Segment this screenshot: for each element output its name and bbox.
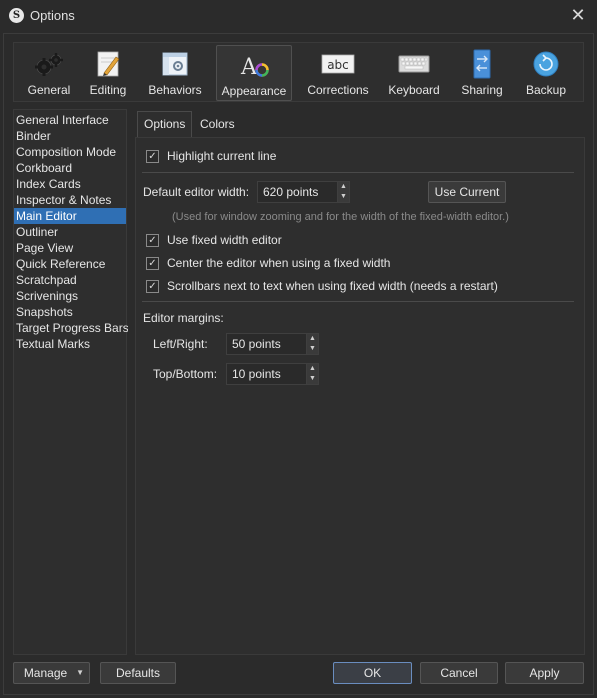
abc-icon: abc [321, 54, 355, 74]
center-editor-label: Center the editor when using a fixed wid… [167, 256, 391, 270]
checkmark-icon: ✓ [146, 233, 159, 247]
sidebar-item-general-interface[interactable]: General Interface [14, 112, 126, 128]
toolbar-keyboard-label: Keyboard [388, 83, 440, 97]
sidebar-item-scratchpad[interactable]: Scratchpad [14, 272, 126, 288]
settings-content: Options Colors ✓ Highlight current line … [135, 109, 585, 655]
highlight-current-line-checkbox[interactable]: ✓ Highlight current line [146, 149, 276, 163]
sidebar-item-inspector-notes[interactable]: Inspector & Notes [14, 192, 126, 208]
spin-down-icon[interactable]: ▼ [307, 344, 318, 354]
sidebar-item-index-cards[interactable]: Index Cards [14, 176, 126, 192]
backup-icon [533, 51, 559, 77]
spin-buttons: ▲ ▼ [337, 182, 349, 202]
keyboard-icon [398, 55, 430, 73]
manage-button-label: Manage [23, 666, 68, 680]
toolbar-sharing[interactable]: Sharing [452, 45, 512, 101]
sidebar-item-page-view[interactable]: Page View [14, 240, 126, 256]
close-icon[interactable]: ✕ [567, 4, 589, 26]
ok-button[interactable]: OK [333, 662, 412, 684]
chevron-down-icon: ▼ [76, 668, 84, 677]
checkmark-icon: ✓ [146, 256, 159, 270]
divider [142, 172, 574, 173]
svg-text:abc: abc [327, 58, 349, 72]
toolbar-appearance[interactable]: A Appearance [216, 45, 292, 101]
toolbar-behaviors[interactable]: Behaviors [142, 45, 208, 101]
left-right-value: 50 points [232, 337, 281, 351]
sharing-icon [473, 49, 491, 79]
sidebar-scrollbar[interactable] [128, 109, 133, 655]
center-editor-checkbox[interactable]: ✓ Center the editor when using a fixed w… [146, 256, 390, 270]
divider [142, 301, 574, 302]
sidebar-item-quick-reference[interactable]: Quick Reference [14, 256, 126, 272]
spin-down-icon[interactable]: ▼ [307, 374, 318, 384]
pen-icon [97, 51, 120, 77]
top-bottom-spinbox[interactable]: 10 points ▲ ▼ [226, 363, 319, 385]
toolbar-corrections-label: Corrections [307, 83, 369, 97]
default-width-label: Default editor width: [143, 185, 250, 199]
category-toolbar: General Editing Behaviors A Appearance a… [13, 42, 584, 102]
defaults-button[interactable]: Defaults [100, 662, 176, 684]
toolbar-backup[interactable]: Backup [516, 45, 576, 101]
sidebar-item-outliner[interactable]: Outliner [14, 224, 126, 240]
default-width-spinbox[interactable]: 620 points ▲ ▼ [257, 181, 350, 203]
width-hint: (Used for window zooming and for the wid… [172, 211, 509, 223]
font-color-icon: A [240, 55, 269, 80]
scrollbars-next-label: Scrollbars next to text when using fixed… [167, 279, 498, 293]
toolbar-keyboard[interactable]: Keyboard [384, 45, 444, 101]
sidebar-item-composition-mode[interactable]: Composition Mode [14, 144, 126, 160]
scrollbars-next-checkbox[interactable]: ✓ Scrollbars next to text when using fix… [146, 279, 498, 293]
toolbar-appearance-label: Appearance [221, 84, 287, 98]
sidebar-item-snapshots[interactable]: Snapshots [14, 304, 126, 320]
sidebar-item-scrivenings[interactable]: Scrivenings [14, 288, 126, 304]
editor-margins-heading: Editor margins: [143, 311, 224, 325]
checkmark-icon: ✓ [146, 149, 159, 163]
toolbar-general[interactable]: General [21, 45, 77, 101]
title-bar: S Options ✕ [0, 0, 597, 32]
apply-button[interactable]: Apply [505, 662, 584, 684]
spin-up-icon[interactable]: ▲ [338, 182, 349, 192]
toolbar-general-label: General [27, 83, 71, 97]
use-fixed-width-checkbox[interactable]: ✓ Use fixed width editor [146, 233, 282, 247]
sidebar-item-target-progress-bars[interactable]: Target Progress Bars [14, 320, 129, 336]
sidebar-item-textual-marks[interactable]: Textual Marks [14, 336, 126, 352]
spin-up-icon[interactable]: ▲ [307, 364, 318, 374]
settings-window-icon [162, 52, 188, 76]
highlight-current-line-label: Highlight current line [167, 149, 277, 163]
category-sidebar: General Interface Binder Composition Mod… [13, 109, 129, 655]
toolbar-corrections[interactable]: abc Corrections [298, 45, 378, 101]
toolbar-sharing-label: Sharing [461, 83, 503, 97]
use-current-button[interactable]: Use Current [428, 181, 506, 203]
spin-up-icon[interactable]: ▲ [307, 334, 318, 344]
window-title: Options [30, 8, 75, 23]
default-width-value: 620 points [263, 185, 319, 199]
gears-icon [35, 53, 63, 76]
toolbar-editing-label: Editing [89, 83, 127, 97]
manage-button[interactable]: Manage ▼ [13, 662, 90, 684]
toolbar-backup-label: Backup [525, 83, 567, 97]
top-bottom-value: 10 points [232, 367, 281, 381]
spin-buttons: ▲ ▼ [306, 364, 318, 384]
tab-colors[interactable]: Colors [194, 111, 241, 137]
toolbar-editing[interactable]: Editing [80, 45, 136, 101]
tab-options[interactable]: Options [137, 111, 193, 138]
svg-text:A: A [240, 55, 258, 80]
left-right-label: Left/Right: [153, 337, 208, 351]
left-right-spinbox[interactable]: 50 points ▲ ▼ [226, 333, 319, 355]
spin-down-icon[interactable]: ▼ [338, 192, 349, 202]
sidebar-item-binder[interactable]: Binder [14, 128, 126, 144]
top-bottom-label: Top/Bottom: [153, 367, 218, 381]
checkmark-icon: ✓ [146, 279, 159, 293]
sidebar-item-main-editor[interactable]: Main Editor [14, 208, 126, 224]
cancel-button[interactable]: Cancel [420, 662, 498, 684]
tab-bar: Options Colors [135, 109, 585, 138]
app-logo-icon: S [9, 8, 24, 23]
spin-buttons: ▲ ▼ [306, 334, 318, 354]
options-pane: ✓ Highlight current line Default editor … [135, 137, 585, 655]
use-fixed-width-label: Use fixed width editor [167, 233, 282, 247]
sidebar-item-corkboard[interactable]: Corkboard [14, 160, 126, 176]
toolbar-behaviors-label: Behaviors [148, 83, 202, 97]
